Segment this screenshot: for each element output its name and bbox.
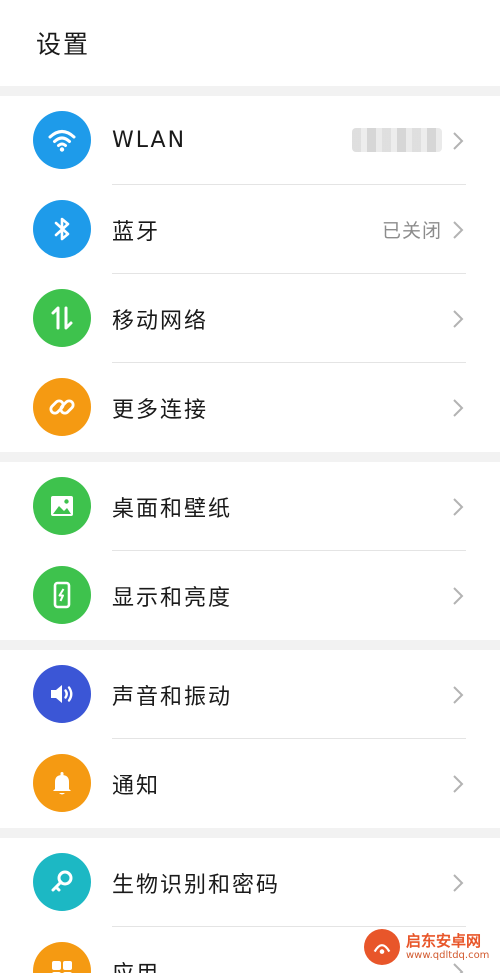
watermark-text: 启东安卓网 www.qdltdq.com (406, 933, 489, 961)
section-gap (0, 640, 500, 650)
speaker-icon (33, 665, 91, 723)
chevron-right-icon (453, 399, 464, 417)
image-icon (33, 477, 91, 535)
settings-item-label: 蓝牙 (112, 219, 161, 245)
display-brightness-icon (33, 566, 91, 624)
section-gap (0, 452, 500, 462)
mobile-data-icon (33, 289, 91, 347)
settings-group-sound: 声音和振动 通知 (0, 650, 500, 828)
bluetooth-status: 已关闭 (381, 220, 442, 242)
chevron-right-icon (453, 310, 464, 328)
settings-item-label: 声音和振动 (112, 684, 233, 710)
settings-item-biometrics-password[interactable]: 生物识别和密码 (0, 838, 500, 927)
section-gap (0, 828, 500, 838)
settings-item-sound-vibration[interactable]: 声音和振动 (0, 650, 500, 739)
settings-item-display-brightness[interactable]: 显示和亮度 (0, 551, 500, 640)
settings-item-more-connections[interactable]: 更多连接 (0, 363, 500, 452)
chevron-right-icon (453, 874, 464, 892)
settings-item-home-wallpaper[interactable]: 桌面和壁纸 (0, 462, 500, 551)
settings-item-bluetooth[interactable]: 蓝牙 已关闭 (0, 185, 500, 274)
settings-item-label: WLAN (112, 128, 187, 153)
settings-item-label: 生物识别和密码 (112, 872, 281, 898)
watermark-logo-icon (364, 929, 400, 965)
key-icon (33, 853, 91, 911)
chevron-right-icon (453, 587, 464, 605)
settings-header: 设置 (0, 0, 500, 86)
page-title: 设置 (36, 30, 91, 59)
settings-item-label: 显示和亮度 (112, 585, 233, 611)
settings-page: 设置 WLAN 蓝牙 已关闭 移动网络 更多连接 桌面和壁纸 显示和亮度 声音和… (0, 0, 500, 973)
watermark-name: 启东安卓网 (406, 932, 482, 951)
settings-item-label: 应用 (112, 927, 160, 973)
wlan-network-name-blurred (352, 128, 442, 152)
chevron-right-icon (453, 132, 464, 150)
bluetooth-icon (33, 200, 91, 258)
settings-group-display: 桌面和壁纸 显示和亮度 (0, 462, 500, 640)
section-gap (0, 86, 500, 96)
watermark-url: www.qdltdq.com (406, 949, 490, 961)
settings-item-label: 更多连接 (112, 397, 209, 423)
settings-item-label: 通知 (112, 773, 161, 799)
wifi-icon (33, 111, 91, 169)
site-watermark: 启东安卓网 www.qdltdq.com (364, 925, 494, 969)
settings-item-label: 桌面和壁纸 (112, 496, 233, 522)
settings-item-mobile-network[interactable]: 移动网络 (0, 274, 500, 363)
chevron-right-icon (453, 498, 464, 516)
settings-item-notifications[interactable]: 通知 (0, 739, 500, 828)
settings-item-label: 移动网络 (112, 308, 209, 334)
apps-icon (33, 942, 91, 973)
link-icon (33, 378, 91, 436)
settings-group-connectivity: WLAN 蓝牙 已关闭 移动网络 更多连接 (0, 96, 500, 452)
chevron-right-icon (453, 221, 464, 239)
bell-icon (33, 754, 91, 812)
chevron-right-icon (453, 686, 464, 704)
settings-item-wlan[interactable]: WLAN (0, 96, 500, 185)
chevron-right-icon (453, 775, 464, 793)
